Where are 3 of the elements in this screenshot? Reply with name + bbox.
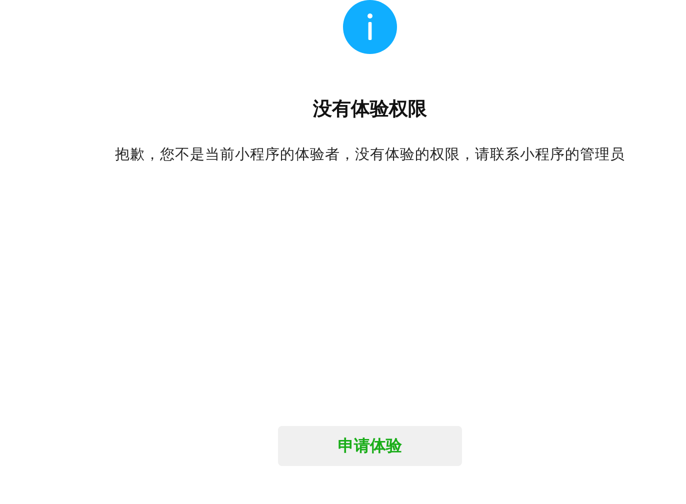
message-text: 抱歉，您不是当前小程序的体验者，没有体验的权限，请联系小程序的管理员 <box>115 146 625 164</box>
page-title: 没有体验权限 <box>313 97 427 122</box>
apply-button[interactable]: 申请体验 <box>278 426 462 466</box>
